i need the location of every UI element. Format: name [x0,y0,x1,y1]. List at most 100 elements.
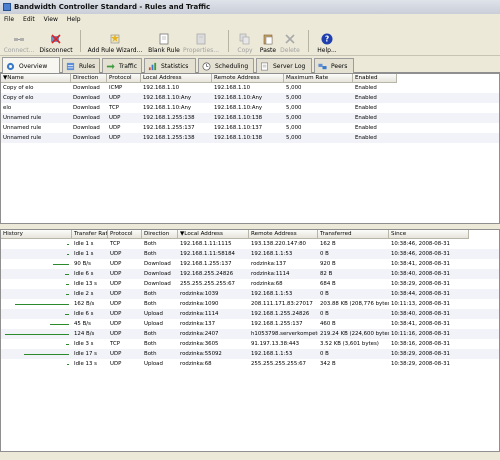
rule-name-cell: Unnamed rule [3,125,42,131]
table-row[interactable]: elo Download TCP 192.168.1.10:Any 192.168.1.… [1,103,499,113]
rule-local-address-cell: 192.168.1.10:Any [143,105,192,111]
disconnect-button[interactable]: Disconnect [38,28,74,54]
properties-button[interactable]: Properties... [183,28,219,54]
connect-button[interactable]: Connect... [4,28,34,54]
app-icon [3,3,11,11]
traffic-direction-cell: Both [144,301,157,307]
rule-direction-cell: Download [73,85,100,91]
table-row[interactable]: Idle 1 s TCP Both 192.168.1.11:1115 193.138.… [1,239,499,249]
traffic-since-cell: 10:11:16, 2008-08-31 [391,331,450,337]
tab-server-log[interactable]: Server Log [256,58,312,73]
table-row[interactable]: Idle 13 s UDP Download 255.255.255.255:67 ro… [1,279,499,289]
table-row[interactable]: 45 B/s UDP Upload rodzinka:137 192.168.1.255… [1,319,499,329]
table-row[interactable]: Idle 17 s UDP Both rodzinka:55092 192.168.1.… [1,349,499,359]
rule-protocol-cell: ICMP [109,85,123,91]
column-header-name[interactable]: ▼Name [1,74,71,83]
table-row[interactable]: Unnamed rule Download UDP 192.168.1.255:138… [1,133,499,143]
column-header-transfer-rate[interactable]: Transfer Rate [72,230,108,239]
traffic-local-address-cell: rodzinka:137 [180,321,215,327]
table-row[interactable]: 90 B/s UDP Download 192.168.1.255:137 rodzin… [1,259,499,269]
table-row[interactable]: Unnamed rule Download UDP 192.168.1.255:138… [1,113,499,123]
rule-remote-address-cell: 192.168.1.10:Any [214,105,263,111]
tab-peers[interactable]: Peers [314,58,354,73]
menu-view[interactable]: View [44,16,58,23]
table-row[interactable]: 162 B/s UDP Both rodzinka:1090 208.111.171.8… [1,299,499,309]
tab-scheduling[interactable]: Scheduling [198,58,254,73]
table-row[interactable]: Unnamed rule Download UDP 192.168.1.255:137… [1,123,499,133]
tab-statistics[interactable]: Statistics [144,58,196,73]
column-header-direction[interactable]: Direction [71,74,107,83]
traffic-protocol-cell: UDP [110,261,122,267]
delete-button[interactable]: Delete [280,28,300,54]
traffic-local-address-cell: rodzinka:1114 [180,311,219,317]
tab-traffic[interactable]: Traffic [102,58,142,73]
column-header-remote-address[interactable]: Remote Address [249,230,318,239]
column-header-protocol[interactable]: Protocol [108,230,142,239]
tab-overview[interactable]: Overview [2,57,60,74]
table-row[interactable]: Copy of elo Download UDP 192.168.1.10:Any 19… [1,93,499,103]
blank-rule-icon [159,33,169,45]
column-header-local-address[interactable]: Local Address [141,74,212,83]
paste-button[interactable]: Paste [258,28,278,54]
column-header-enabled[interactable]: Enabled [353,74,397,83]
traffic-transfer-rate-cell: Idle 3 s [74,341,94,347]
traffic-remote-address-cell: 192.168.1.1:53 [251,351,293,357]
table-row[interactable]: Idle 6 s UDP Download 192.168.255.24826 rodz… [1,269,499,279]
history-sparkline [5,334,69,335]
rule-protocol-cell: UDP [109,135,121,141]
copy-button[interactable]: Copy [236,28,254,54]
column-header-transferred[interactable]: Transferred [318,230,389,239]
traffic-local-address-cell: 192.168.1.11:1115 [180,241,232,247]
column-header-since[interactable]: Since [389,230,469,239]
rule-enabled-cell: Enabled [355,115,377,121]
add-rule-wizard-button[interactable]: Add Rule Wizard... [88,28,142,54]
rule-remote-address-cell: 192.168.1.10:Any [214,95,263,101]
column-header-history[interactable]: History [1,230,72,239]
traffic-transfer-rate-cell: 162 B/s [74,301,95,307]
wizard-icon [110,34,120,44]
properties-icon [196,33,206,45]
traffic-direction-cell: Download [144,281,171,287]
blank-rule-button[interactable]: Blank Rule [148,28,180,54]
history-sparkline [53,264,69,265]
traffic-local-address-cell: rodzinka:55092 [180,351,222,357]
traffic-protocol-cell: UDP [110,311,122,317]
history-sparkline [50,324,69,325]
rule-local-address-cell: 192.168.1.255:137 [143,125,195,131]
rule-protocol-cell: UDP [109,115,121,121]
history-sparkline [65,314,69,315]
table-row[interactable]: 124 B/s UDP Both rodzinka:2407 h1053798.serv… [1,329,499,339]
column-header-maximum-rate[interactable]: Maximum Rate [284,74,353,83]
table-row[interactable]: Copy of elo Download ICMP 192.168.1.10 192.1… [1,83,499,93]
help-button[interactable]: ? Help... [316,28,338,54]
table-row[interactable]: Idle 3 s TCP Both rodzinka:3605 91.197.13.38… [1,339,499,349]
column-header-remote-address[interactable]: Remote Address [212,74,284,83]
traffic-since-cell: 10:38:29, 2008-08-31 [391,351,450,357]
rules-table: ▼Name Direction Protocol Local Address Remot… [0,73,500,224]
column-header-local-address[interactable]: ▼Local Address [178,230,249,239]
menu-file[interactable]: File [4,16,14,23]
traffic-since-cell: 10:38:16, 2008-08-31 [391,341,450,347]
traffic-direction-cell: Both [144,251,157,257]
table-row[interactable]: Idle 13 s UDP Upload rodzinka:68 255.255.255… [1,359,499,369]
tab-rules[interactable]: Rules [62,58,100,73]
column-header-protocol[interactable]: Protocol [107,74,141,83]
column-header-direction[interactable]: Direction [142,230,178,239]
traffic-transfer-rate-cell: Idle 2 s [74,291,94,297]
toolbar: Connect... Disconnect Add Rule Wizard...… [0,26,500,56]
traffic-transferred-cell: 0 B [320,291,329,297]
traffic-protocol-cell: UDP [110,361,122,367]
traffic-remote-address-cell: 192.168.1.1:53 [251,291,293,297]
traffic-transferred-cell: 0 B [320,251,329,257]
traffic-local-address-cell: 255.255.255.255:67 [180,281,235,287]
rule-direction-cell: Download [73,105,100,111]
traffic-local-address-cell: rodzinka:3605 [180,341,219,347]
menu-edit[interactable]: Edit [23,16,35,23]
table-row[interactable]: Idle 2 s UDP Both rodzinka:1039 192.168.1.1:… [1,289,499,299]
traffic-transfer-rate-cell: Idle 6 s [74,311,94,317]
history-sparkline [65,274,69,275]
table-row[interactable]: Idle 1 s UDP Both 192.168.1.11:58184 192.168… [1,249,499,259]
menu-help[interactable]: Help [67,16,81,23]
table-row[interactable]: Idle 6 s UDP Upload rodzinka:1114 192.168.1.… [1,309,499,319]
traffic-protocol-cell: UDP [110,281,122,287]
